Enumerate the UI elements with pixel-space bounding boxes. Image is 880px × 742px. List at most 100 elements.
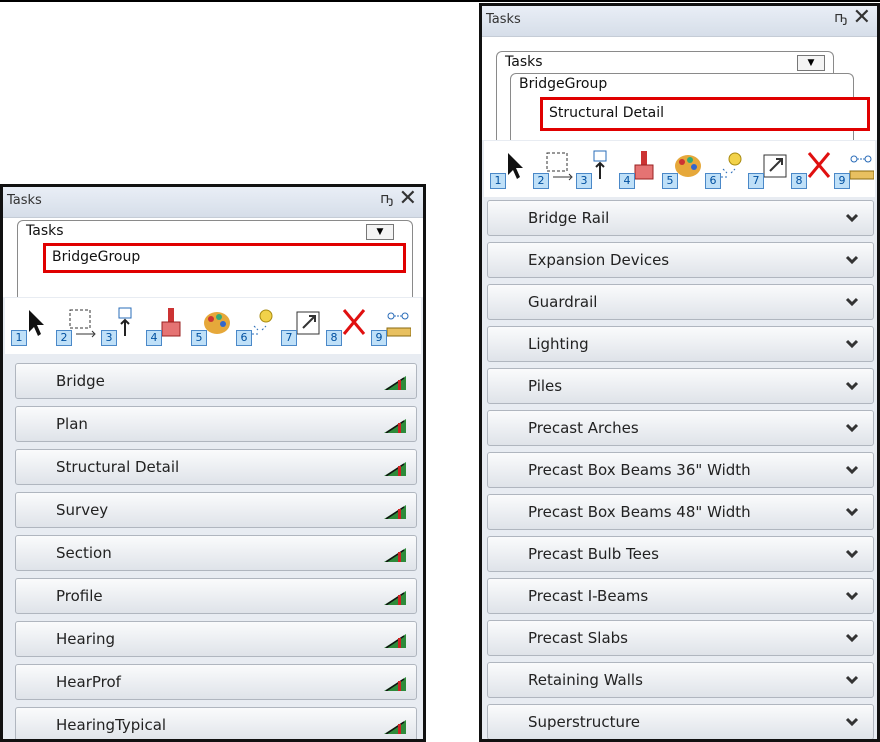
tab-stack: Tasks ▼ BridgeGroup Structural Detail — [482, 37, 877, 140]
panel-title: Tasks — [7, 193, 42, 208]
tab-bridgegroup-label: BridgeGroup — [52, 249, 141, 265]
move-icon[interactable]: 3 — [576, 149, 616, 189]
scale-icon[interactable]: 7 — [748, 149, 788, 189]
ramp-icon — [384, 462, 406, 476]
task-item-label: Lighting — [528, 335, 589, 353]
chevron-down-icon — [845, 507, 859, 517]
measure-icon[interactable]: 9 — [834, 149, 875, 189]
task-item[interactable]: Section — [15, 535, 417, 571]
task-item-label: Expansion Devices — [528, 251, 670, 269]
chevron-down-icon — [845, 675, 859, 685]
tool-number: 7 — [748, 173, 764, 189]
tab-bridgegroup-label: BridgeGroup — [519, 76, 608, 92]
select-arrow-icon[interactable]: 1 — [11, 306, 51, 346]
tasks-panel-right: Tasks ҧ ✕ Tasks ▼ BridgeGroup Structural… — [479, 3, 880, 742]
ramp-icon — [384, 634, 406, 648]
close-icon[interactable]: ✕ — [399, 188, 417, 210]
delete-icon[interactable]: 8 — [791, 149, 831, 189]
task-item[interactable]: Guardrail — [487, 284, 874, 320]
task-item-label: Survey — [56, 501, 109, 519]
task-item[interactable]: Precast Slabs — [487, 620, 874, 656]
pin-icon[interactable]: ҧ — [834, 10, 847, 26]
tool-number: 6 — [236, 330, 252, 346]
selection-box-icon[interactable]: 2 — [56, 306, 96, 346]
tool-strip: 1 2 3 4 5 6 7 8 9 — [5, 298, 421, 354]
ramp-icon — [384, 548, 406, 562]
task-item[interactable]: Superstructure — [487, 704, 874, 739]
tab-tasks-label: Tasks — [26, 223, 64, 239]
tool-number: 9 — [834, 173, 850, 189]
move-icon[interactable]: 3 — [101, 306, 141, 346]
light-bulb-icon[interactable]: 6 — [705, 149, 745, 189]
select-arrow-icon[interactable]: 1 — [490, 149, 530, 189]
chevron-down-icon — [845, 213, 859, 223]
tool-number: 5 — [662, 173, 678, 189]
measure-icon[interactable]: 9 — [371, 306, 412, 346]
tool-number: 1 — [490, 173, 506, 189]
task-item[interactable]: HearingTypical — [15, 707, 417, 739]
task-item[interactable]: Profile — [15, 578, 417, 614]
selection-box-icon[interactable]: 2 — [533, 149, 573, 189]
palette-icon[interactable]: 5 — [662, 149, 702, 189]
tool-number: 4 — [619, 173, 635, 189]
task-item[interactable]: Piles — [487, 368, 874, 404]
task-item[interactable]: Precast Bulb Tees — [487, 536, 874, 572]
chevron-down-icon[interactable]: ▼ — [366, 224, 394, 240]
tool-number: 3 — [101, 330, 117, 346]
task-item-label: Precast Box Beams 48" Width — [528, 503, 751, 521]
task-item[interactable]: Lighting — [487, 326, 874, 362]
tab-tasks-label: Tasks — [505, 54, 543, 70]
chevron-down-icon — [845, 465, 859, 475]
tab-stack: Tasks ▼ BridgeGroup — [3, 218, 423, 297]
close-icon[interactable]: ✕ — [853, 7, 871, 29]
task-item[interactable]: Precast Box Beams 36" Width — [487, 452, 874, 488]
task-item[interactable]: Structural Detail — [15, 449, 417, 485]
tool-number: 4 — [146, 330, 162, 346]
chevron-down-icon[interactable]: ▼ — [797, 55, 825, 71]
top-divider — [0, 0, 880, 2]
task-item[interactable]: Precast I-Beams — [487, 578, 874, 614]
task-item[interactable]: Precast Box Beams 48" Width — [487, 494, 874, 530]
panel-titlebar: Tasks ҧ ✕ — [3, 187, 423, 218]
paint-brush-icon[interactable]: 4 — [146, 306, 186, 346]
chevron-down-icon — [845, 339, 859, 349]
tool-number: 7 — [281, 330, 297, 346]
palette-icon[interactable]: 5 — [191, 306, 231, 346]
task-item-label: Bridge — [56, 372, 105, 390]
light-bulb-icon[interactable]: 6 — [236, 306, 276, 346]
scale-icon[interactable]: 7 — [281, 306, 321, 346]
chevron-down-icon — [845, 549, 859, 559]
task-item[interactable]: Precast Arches — [487, 410, 874, 446]
task-item[interactable]: Expansion Devices — [487, 242, 874, 278]
chevron-down-icon — [845, 297, 859, 307]
task-item-label: Structural Detail — [56, 458, 180, 476]
task-item[interactable]: Retaining Walls — [487, 662, 874, 698]
chevron-down-icon — [845, 717, 859, 727]
task-item[interactable]: Plan — [15, 406, 417, 442]
task-item-label: Bridge Rail — [528, 209, 610, 227]
tool-number: 8 — [791, 173, 807, 189]
task-item[interactable]: Bridge Rail — [487, 200, 874, 236]
tool-number: 1 — [11, 330, 27, 346]
tool-strip: 1 2 3 4 5 6 7 8 9 — [484, 141, 875, 197]
task-item-label: Hearing — [56, 630, 116, 648]
task-item[interactable]: Survey — [15, 492, 417, 528]
chevron-down-icon — [845, 633, 859, 643]
tool-number: 3 — [576, 173, 592, 189]
task-item[interactable]: Hearing — [15, 621, 417, 657]
pin-icon[interactable]: ҧ — [380, 191, 393, 207]
paint-brush-icon[interactable]: 4 — [619, 149, 659, 189]
task-item-label: HearProf — [56, 673, 121, 691]
tab-bridgegroup[interactable]: BridgeGroup — [43, 243, 406, 273]
tool-number: 2 — [56, 330, 72, 346]
tab-structural-detail[interactable]: Structural Detail — [540, 97, 870, 131]
task-item-label: Section — [56, 544, 112, 562]
delete-icon[interactable]: 8 — [326, 306, 366, 346]
task-item-label: Guardrail — [528, 293, 598, 311]
ramp-icon — [384, 419, 406, 433]
tasks-panel-left: Tasks ҧ ✕ Tasks ▼ BridgeGroup 123456789 … — [0, 184, 426, 742]
task-item[interactable]: HearProf — [15, 664, 417, 700]
tool-number: 6 — [705, 173, 721, 189]
tab-structural-detail-label: Structural Detail — [549, 105, 664, 121]
task-item[interactable]: Bridge — [15, 363, 417, 399]
